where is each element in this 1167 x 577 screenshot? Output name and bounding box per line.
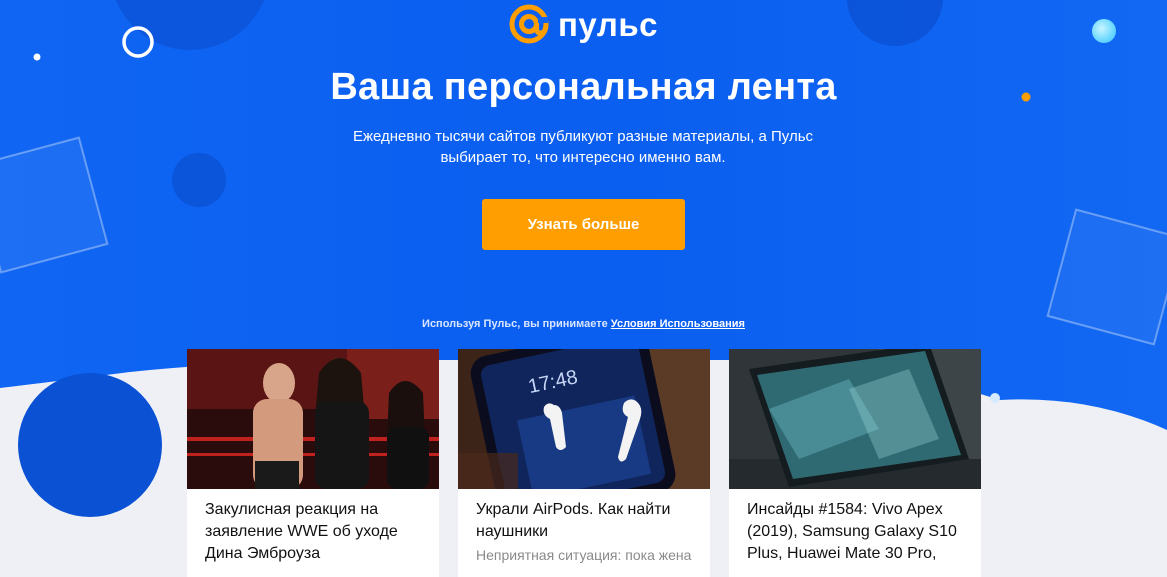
decor-dot-cyan bbox=[1092, 19, 1116, 43]
card-body: Украли AirPods. Как найти наушники Непри… bbox=[458, 489, 710, 565]
page-title: Ваша персональная лента bbox=[330, 66, 837, 108]
terms-prefix: Используя Пульс, вы принимаете bbox=[422, 318, 608, 330]
airpods-on-phone-photo: 17:48 bbox=[458, 349, 710, 489]
wrestling-ring-photo bbox=[187, 349, 439, 489]
at-sign-icon bbox=[509, 4, 549, 44]
card-title: Инсайды #1584: Vivo Apex (2019), Samsung… bbox=[747, 501, 957, 562]
decor-circle-bottom-left bbox=[18, 373, 162, 517]
page-subtitle: Ежедневно тысячи сайтов публикуют разные… bbox=[333, 126, 833, 168]
terms-of-use-link[interactable]: Условия Использования bbox=[611, 318, 745, 330]
pulse-logo[interactable]: пульс bbox=[508, 3, 658, 45]
brand-name: пульс bbox=[558, 5, 658, 43]
news-card[interactable]: 17:48 Украли AirPods. Как найти наушники… bbox=[458, 349, 710, 577]
subtitle-line-2: выбирает то, что интересно именно вам. bbox=[440, 149, 726, 166]
card-title: Закулисная реакция на заявление WWE об у… bbox=[205, 501, 398, 562]
decor-dot-light bbox=[990, 393, 1000, 403]
card-snippet: Неприятная ситуация: пока жена bbox=[476, 547, 692, 563]
subtitle-line-1: Ежедневно тысячи сайтов публикуют разные… bbox=[352, 128, 814, 145]
terms-notice: Используя Пульс, вы принимаете Условия И… bbox=[0, 318, 1167, 330]
news-card[interactable]: Закулисная реакция на заявление WWE об у… bbox=[187, 349, 439, 577]
card-body: Закулисная реакция на заявление WWE об у… bbox=[187, 489, 439, 565]
hero-section: пульс Ваша персональная лента Ежедневно … bbox=[0, 0, 1167, 577]
smartphone-on-table-photo bbox=[729, 349, 981, 489]
learn-more-button[interactable]: Узнать больше bbox=[482, 199, 685, 250]
card-title: Украли AirPods. Как найти наушники bbox=[476, 501, 671, 540]
decor-dot-white bbox=[33, 53, 41, 61]
decor-circle-mid-left bbox=[172, 153, 226, 207]
card-body: Инсайды #1584: Vivo Apex (2019), Samsung… bbox=[729, 489, 981, 565]
news-card[interactable]: Инсайды #1584: Vivo Apex (2019), Samsung… bbox=[729, 349, 981, 577]
